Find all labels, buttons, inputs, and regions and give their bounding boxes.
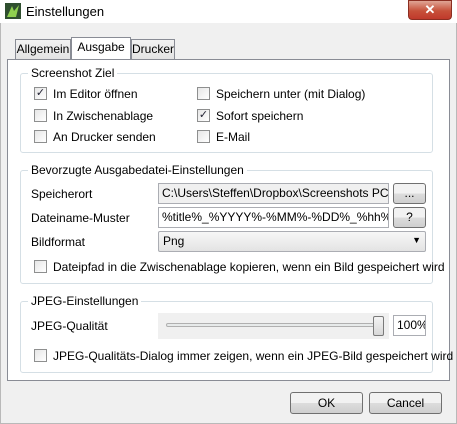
checkbox-zwischenablage[interactable] [34, 109, 47, 122]
tab-allgemein[interactable]: Allgemein [15, 39, 71, 59]
close-icon: ✕ [424, 2, 436, 17]
window-title: Einstellungen [26, 4, 105, 19]
checkbox-speichern-unter[interactable] [197, 87, 210, 100]
check-icon: ✓ [35, 87, 46, 99]
label-drucker: An Drucker senden [53, 130, 156, 144]
group-title-ausgabedatei: Bevorzugte Ausgabedatei-Einstellungen [28, 163, 247, 177]
bildformat-select[interactable]: Png ▼ [158, 231, 426, 252]
chevron-down-icon: ▼ [412, 235, 421, 245]
tab-label: Allgemein [16, 42, 70, 56]
ok-button[interactable]: OK [290, 392, 363, 414]
label-jpeg-qualitaet: JPEG-Qualität [31, 319, 108, 333]
checkbox-im-editor[interactable]: ✓ [34, 87, 47, 100]
group-title-jpeg: JPEG-Einstellungen [28, 294, 142, 308]
label-speichern-unter: Speichern unter (mit Dialog) [216, 87, 366, 101]
label-speicherort: Speicherort [31, 187, 93, 201]
bildformat-value: Png [163, 234, 185, 248]
tab-label: Drucker [132, 42, 175, 56]
tab-label: Ausgabe [77, 40, 125, 54]
checkbox-email[interactable] [197, 130, 210, 143]
label-jpeg-dialog: JPEG-Qualitäts-Dialog immer zeigen, wenn… [53, 349, 454, 363]
jpeg-quality-slider[interactable] [158, 313, 389, 339]
close-button[interactable]: ✕ [408, 0, 452, 20]
help-button[interactable]: ? [393, 207, 426, 228]
checkbox-jpeg-dialog[interactable] [34, 349, 47, 362]
label-copy-path: Dateipfad in die Zwischenablage kopieren… [53, 260, 445, 274]
label-bildformat: Bildformat [31, 235, 86, 249]
app-icon [5, 3, 21, 19]
slider-thumb[interactable] [373, 316, 384, 336]
tab-ausgabe[interactable]: Ausgabe [71, 37, 131, 59]
label-im-editor: Im Editor öffnen [53, 87, 138, 101]
label-dateiname: Dateiname-Muster [31, 211, 130, 225]
label-zwischenablage: In Zwischenablage [53, 109, 154, 123]
checkbox-copy-path[interactable] [34, 260, 47, 273]
jpeg-quality-value: 100% [393, 315, 426, 336]
title-bar: Einstellungen ✕ [0, 0, 457, 23]
label-sofort-speichern: Sofort speichern [216, 109, 304, 123]
browse-button[interactable]: ... [393, 183, 426, 204]
dateiname-field[interactable]: %title%_%YYYY%-%MM%-%DD%_%hh%-%mm%- [158, 207, 389, 228]
checkbox-drucker[interactable] [34, 130, 47, 143]
tab-drucker[interactable]: Drucker [131, 39, 175, 59]
group-title-screenshot-ziel: Screenshot Ziel [28, 66, 118, 80]
slider-track [166, 323, 382, 327]
checkbox-sofort-speichern[interactable]: ✓ [197, 109, 210, 122]
label-email: E-Mail [216, 130, 251, 144]
check-icon: ✓ [198, 109, 209, 121]
cancel-button[interactable]: Cancel [369, 392, 442, 414]
speicherort-field[interactable]: C:\Users\Steffen\Dropbox\Screenshots PC [158, 183, 389, 204]
